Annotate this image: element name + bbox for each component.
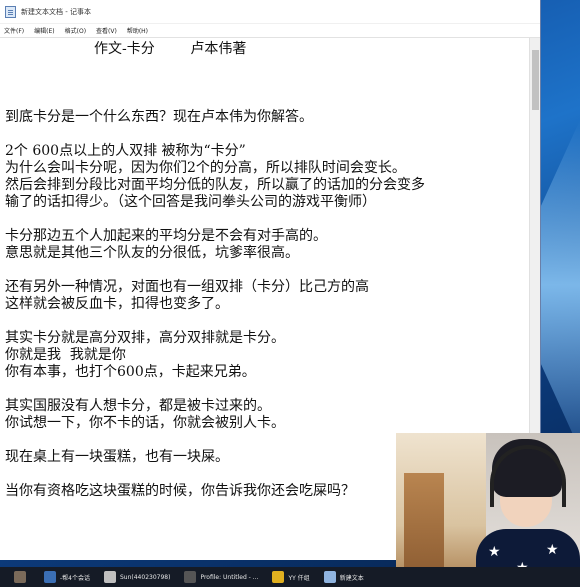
taskbar-item-label: 新建文本 <box>339 574 364 582</box>
star-icon: ★ <box>488 544 501 560</box>
webcam-overlay: ★ ★ ★ ★ <box>396 433 580 587</box>
yy-icon <box>272 571 285 583</box>
text-line: 作文-卡分 卢本伟著 <box>5 41 247 57</box>
taskbar-item-label: Sun(440230798) <box>119 573 171 581</box>
text-line <box>5 262 530 279</box>
screen: 新建文本文档 - 记事本 文件(F) 编辑(E) 格式(O) 查看(V) 帮助(… <box>0 0 580 587</box>
star-icon: ★ <box>546 542 559 558</box>
scrollbar-thumb[interactable] <box>532 50 539 110</box>
menu-edit[interactable]: 编辑(E) <box>34 26 54 35</box>
text-line <box>5 313 530 330</box>
text-line <box>5 92 530 109</box>
text-line: 意思就是其他三个队友的分很低，坑爹率很高。 <box>5 245 299 261</box>
text-line: 输了的话扣得少。（这个回答是我问拳头公司的游戏平衡师） <box>5 194 376 210</box>
taskbar-item[interactable]: 新建文本 <box>320 568 368 586</box>
text-line: 2个 600点以上的人双排 被称为“卡分” <box>5 143 246 159</box>
taskbar-item[interactable]: -帮4个会话 <box>40 568 94 586</box>
text-line: 你就是我 我就是你 <box>5 347 126 363</box>
text-line: 这样就会被反血卡，扣得也变多了。 <box>5 296 229 312</box>
text-line <box>5 381 530 398</box>
text-line: 你试想一下，你不卡的话，你就会被别人卡。 <box>5 415 285 431</box>
app-icon <box>14 571 26 583</box>
text-line: 为什么会叫卡分呢，因为你们2个的分高，所以排队时间会变长。 <box>5 160 406 176</box>
menu-format[interactable]: 格式(O) <box>65 26 86 35</box>
text-line <box>5 126 530 143</box>
text-line <box>5 211 530 228</box>
window-title: 新建文本文档 - 记事本 <box>21 7 91 16</box>
taskbar-item[interactable]: YY 仟组 <box>268 568 313 586</box>
taskbar-item[interactable]: Sun(440230798) <box>100 568 174 586</box>
text-line <box>5 75 530 92</box>
text-line: 卡分那边五个人加起来的平均分是不会有对手高的。 <box>5 228 327 244</box>
chat-icon <box>44 571 56 583</box>
taskbar-item-label: -帮4个会话 <box>60 574 90 582</box>
text-line: 然后会排到分段比对面平均分低的队友，所以赢了的话加的分会变多 <box>5 177 425 193</box>
menu-bar: 文件(F) 编辑(E) 格式(O) 查看(V) 帮助(H) <box>0 24 540 38</box>
taskbar-item[interactable]: Profile: Untitled - ... <box>180 568 262 586</box>
text-line: 到底卡分是一个什么东西？现在卢本伟为你解答。 <box>5 109 313 125</box>
text-line: 其实国服没有人想卡分，都是被卡过来的。 <box>5 398 271 414</box>
text-line: 你有本事，也打个600点，卡起来兄弟。 <box>5 364 256 380</box>
menu-view[interactable]: 查看(V) <box>96 26 117 35</box>
profile-icon <box>184 571 197 583</box>
menu-file[interactable]: 文件(F) <box>4 26 24 35</box>
text-line: 其实卡分就是高分双排，高分双排就是卡分。 <box>5 330 285 346</box>
taskbar-item-label: Profile: Untitled - ... <box>200 573 259 581</box>
taskbar: -帮4个会话 Sun(440230798) Profile: Untitled - … <box>0 567 580 587</box>
notepad-icon <box>5 5 16 18</box>
taskbar-item[interactable] <box>10 568 34 586</box>
text-line <box>5 58 530 75</box>
title-bar[interactable]: 新建文本文档 - 记事本 <box>0 0 540 24</box>
menu-help[interactable]: 帮助(H) <box>127 26 148 35</box>
taskbar-item-label: YY 仟组 <box>288 574 310 582</box>
notepad-icon <box>323 571 336 583</box>
qq-icon <box>103 571 116 583</box>
text-line: 还有另外一种情况，对面也有一组双排（卡分）比己方的高 <box>5 279 369 295</box>
